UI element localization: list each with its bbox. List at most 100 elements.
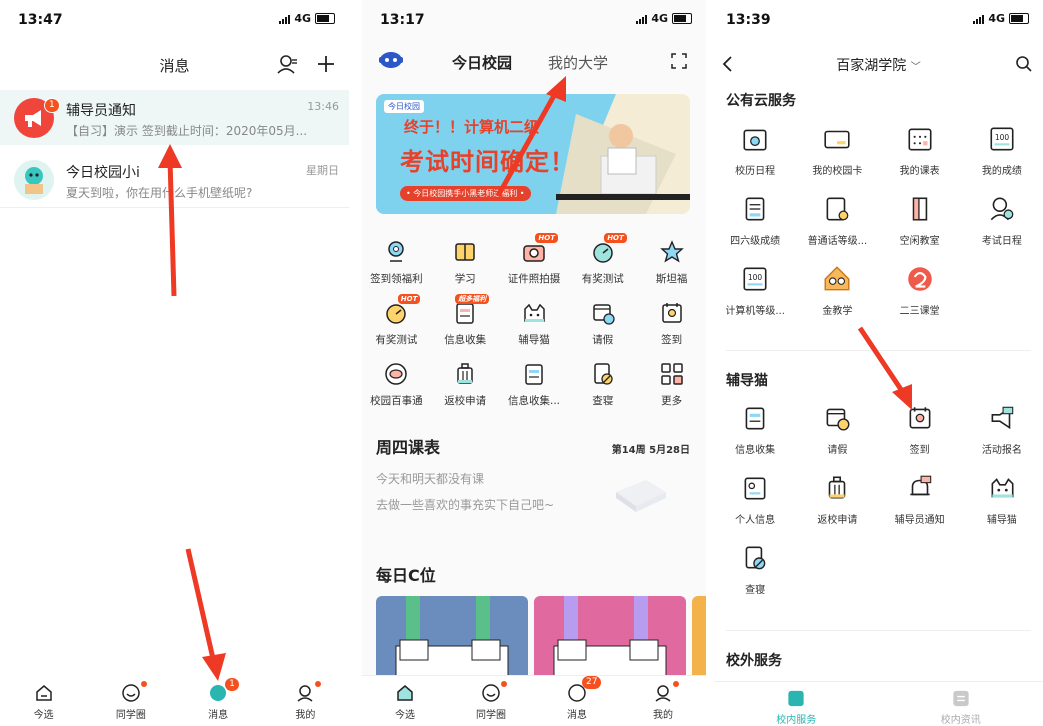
grid-item-chat[interactable]: 校园百事通 xyxy=(362,356,431,417)
grid-item-label: 查寝 xyxy=(592,395,614,407)
grid-item-star[interactable]: 斯坦福 xyxy=(637,234,706,295)
grid-item-cet[interactable]: 四六级成绩 xyxy=(714,188,796,258)
tab-label: 消息 xyxy=(208,710,229,721)
grid-item-label: 我的成绩 xyxy=(981,166,1022,177)
tab-campus-services[interactable]: 校内服务 xyxy=(736,682,856,726)
tab-my-university[interactable]: 我的大学 xyxy=(548,52,608,73)
tab-me[interactable]: 我的 xyxy=(628,676,698,726)
status-time: 13:17 xyxy=(380,12,425,28)
promo-banner[interactable]: 今日校园 终于！！计算机二级 考试时间确定！ • 今日校园携手小黑老师送福利 • xyxy=(376,94,690,214)
score-icon: 100 xyxy=(740,264,770,294)
grid-item-cat[interactable]: 辅导猫 xyxy=(961,467,1043,537)
tab-label: 消息 xyxy=(567,710,587,721)
grid-item-location-pin[interactable]: 签到领福利 xyxy=(362,234,431,295)
grid-item-score[interactable]: 100 我的成绩 xyxy=(961,118,1043,188)
grid-item-gauge[interactable]: HOT 有奖测试 xyxy=(568,233,637,295)
signal-icon xyxy=(636,14,648,24)
grid-item-book[interactable]: 学习 xyxy=(431,234,500,295)
grid-item-calendar[interactable]: 校历日程 xyxy=(714,118,796,188)
tab-label: 我的 xyxy=(653,710,673,721)
daily-card-partial[interactable] xyxy=(692,596,706,686)
banner-caption: • 今日校园携手小黑老师送福利 • xyxy=(400,186,531,201)
grid-item-grid[interactable]: 更多 xyxy=(637,356,706,417)
grid-item-owl[interactable]: 金教学 xyxy=(796,258,878,328)
grid-item-label: 辅导员通知 xyxy=(894,515,945,526)
grid-item-calendar-clock[interactable]: 请假 xyxy=(568,295,637,356)
tab-label: 同学圈 xyxy=(476,710,506,721)
grid-item-label: 请假 xyxy=(827,445,848,456)
form-icon xyxy=(520,360,548,388)
daily-title: 每日C位 xyxy=(376,566,436,585)
score-icon: 100 xyxy=(987,124,1017,154)
tab-messages[interactable]: 27 消息 xyxy=(542,676,612,726)
daily-card[interactable] xyxy=(534,596,686,686)
grid-item-luggage[interactable]: 返校申请 xyxy=(431,356,500,417)
tab-campus-news[interactable]: 校内资讯 xyxy=(901,682,1021,726)
smile-icon xyxy=(122,684,140,702)
tab-me[interactable]: 我的 xyxy=(270,676,340,726)
grid-item-form[interactable]: 信息收集... xyxy=(500,356,569,417)
campus-home-screen: 13:17 4G 今日校园 我的大学 今日校园 终于！！计算机二级 考试时间确定… xyxy=(362,0,706,726)
gauge-icon: HOT xyxy=(382,294,421,327)
battery-icon xyxy=(1009,13,1029,24)
grid-item-label: 返校申请 xyxy=(817,515,858,526)
bottom-tab-bar: 校内服务 校内资讯 xyxy=(714,681,1043,726)
svg-text:100: 100 xyxy=(748,273,763,282)
scan-icon[interactable] xyxy=(670,52,688,70)
contacts-icon[interactable] xyxy=(276,53,298,75)
grid-item-luggage[interactable]: 返校申请 xyxy=(796,467,878,537)
svg-text:100: 100 xyxy=(995,133,1010,142)
grid-item-checkin[interactable]: 签到 xyxy=(879,397,961,467)
grid-item-label: 信息收集... xyxy=(507,395,560,407)
hot-badge: HOT xyxy=(604,233,627,243)
battery-icon xyxy=(315,13,335,24)
tab-messages[interactable]: 1 消息 xyxy=(183,676,253,726)
unread-badge: 1 xyxy=(225,678,239,691)
campus-selector[interactable]: 百家湖学院 ﹀ xyxy=(714,55,1043,75)
grid-item-bell[interactable]: 辅导员通知 xyxy=(879,467,961,537)
tab-today-campus[interactable]: 今日校园 xyxy=(452,52,512,73)
search-icon[interactable] xyxy=(1015,55,1033,73)
grid-item-megaphone[interactable]: 活动报名 xyxy=(961,397,1043,467)
grid-item-camera[interactable]: HOT 证件照拍摄 xyxy=(500,233,569,295)
calendar-clock-icon xyxy=(822,403,852,433)
tab-home[interactable]: 今选 xyxy=(9,676,79,726)
bed-check-icon xyxy=(589,360,617,388)
grid-item-form[interactable]: 超多福利 信息收集 xyxy=(431,294,500,356)
hot-badge: HOT xyxy=(397,294,421,304)
grid-item-bed-check[interactable]: 查寝 xyxy=(568,356,637,417)
notification-dot xyxy=(673,681,679,687)
grid-item-label: 二三课堂 xyxy=(899,306,940,317)
message-item-counselor[interactable]: 1 辅导员通知 【自习】演示 签到截止时间：2020年05月... 13:46 xyxy=(0,90,349,145)
status-time: 13:47 xyxy=(18,12,63,28)
message-item-assistant[interactable]: 今日校园小i 夏天到啦，你在用什么手机壁纸呢? 星期日 xyxy=(0,152,349,208)
add-icon[interactable] xyxy=(316,54,336,74)
grid-item-label: 签到 xyxy=(661,334,683,346)
cat-icon xyxy=(987,473,1017,503)
grid-item-exam[interactable]: 考试日程 xyxy=(961,188,1043,258)
grid-item-card[interactable]: 我的校园卡 xyxy=(796,118,878,188)
grid-item-cat[interactable]: 辅导猫 xyxy=(500,295,569,356)
grid-item-id-card[interactable]: 个人信息 xyxy=(714,467,796,537)
grid-item-bed-check[interactable]: 查寝 xyxy=(714,537,796,607)
tab-classmates[interactable]: 同学圈 xyxy=(96,676,166,726)
notification-dot xyxy=(315,681,322,687)
network-label: 4G xyxy=(294,12,311,25)
grid-item-gauge[interactable]: HOT 有奖测试 xyxy=(362,294,431,356)
status-bar: 13:47 4G xyxy=(0,0,349,42)
section-title: 公有云服务 xyxy=(726,93,796,109)
grid-item-timetable[interactable]: 我的课表 xyxy=(879,118,961,188)
app-logo-icon[interactable] xyxy=(376,50,406,70)
grid-item-mandarin[interactable]: 普通话等级... xyxy=(796,188,878,258)
grid-item-class[interactable]: 二三课堂 xyxy=(879,258,961,328)
grid-item-score[interactable]: 100 计算机等级... xyxy=(714,258,796,328)
daily-card[interactable] xyxy=(376,596,528,686)
grid-item-door[interactable]: 空闲教室 xyxy=(879,188,961,258)
tab-classmates[interactable]: 同学圈 xyxy=(456,676,526,726)
tab-home[interactable]: 今选 xyxy=(370,676,440,726)
schedule-empty-line1: 今天和明天都没有课 xyxy=(376,472,485,486)
grid-item-form[interactable]: 信息收集 xyxy=(714,397,796,467)
grid-item-calendar-clock[interactable]: 请假 xyxy=(796,397,878,467)
message-preview: 【自习】演示 签到截止时间：2020年05月... xyxy=(66,124,308,138)
grid-item-checkin[interactable]: 签到 xyxy=(637,295,706,356)
